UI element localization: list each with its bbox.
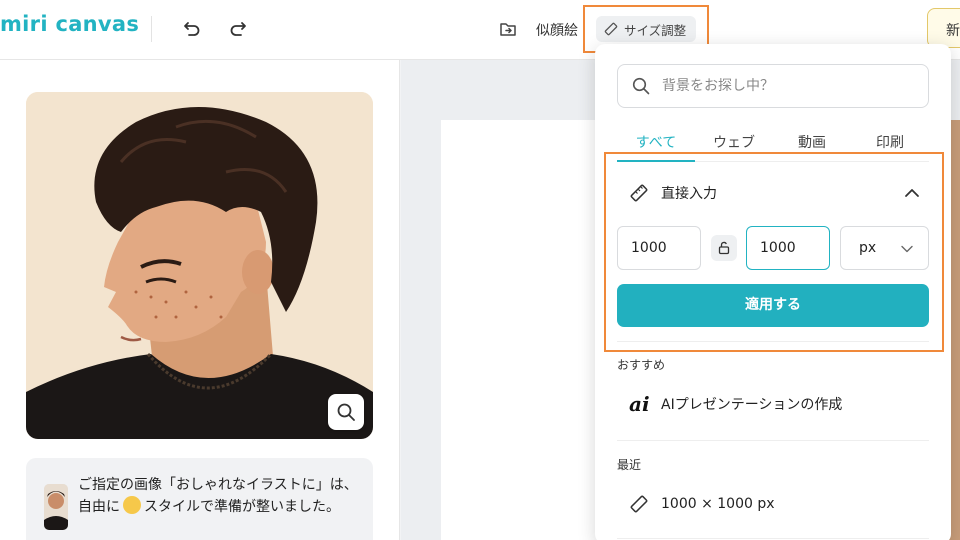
redo-icon xyxy=(230,22,246,36)
ruler-icon xyxy=(630,495,648,513)
undo-icon xyxy=(184,22,200,36)
zoom-button[interactable] xyxy=(328,394,364,430)
portrait-illustration xyxy=(26,92,373,439)
divider xyxy=(617,440,929,441)
undo-button[interactable] xyxy=(178,14,206,42)
app-logo[interactable]: miri canvas xyxy=(0,12,139,36)
recommended-heading: おすすめ xyxy=(617,358,666,372)
assistant-message-card: ご指定の画像「おしゃれなイラストに」は、 自由に スタイルで準備が整いました。 xyxy=(26,458,373,540)
direct-input-highlight xyxy=(604,152,944,352)
avatar xyxy=(44,484,68,530)
portrait-menu[interactable]: 似顔絵 xyxy=(536,20,578,40)
recommended-item-label: AIプレゼンテーションの作成 xyxy=(661,397,843,413)
recent-heading: 最近 xyxy=(617,458,642,472)
search-icon xyxy=(632,77,650,95)
recent-item-label: 1000 × 1000 px xyxy=(661,496,775,512)
ai-icon: ai xyxy=(629,392,650,416)
export-icon xyxy=(500,23,516,36)
message-text-part2: スタイルで準備が整いました。 xyxy=(144,499,340,515)
redo-button[interactable] xyxy=(224,14,252,42)
recommended-item-ai-presentation[interactable]: ai AIプレゼンテーションの作成 xyxy=(617,386,929,422)
search-box[interactable] xyxy=(617,64,929,108)
recent-item-size[interactable]: 1000 × 1000 px xyxy=(617,486,929,522)
logo-divider xyxy=(151,16,152,42)
divider xyxy=(617,538,929,539)
new-button[interactable]: 新 xyxy=(927,8,960,48)
assistant-message-text: ご指定の画像「おしゃれなイラストに」は、 自由に スタイルで準備が整いました。 xyxy=(78,474,363,518)
search-input[interactable] xyxy=(662,78,912,94)
export-button[interactable] xyxy=(496,17,520,41)
left-panel: ご指定の画像「おしゃれなイラストに」は、 自由に スタイルで準備が整いました。 xyxy=(0,60,400,540)
sunglasses-emoji-icon xyxy=(123,496,141,514)
zoom-icon xyxy=(337,403,355,421)
generated-portrait-image[interactable] xyxy=(26,92,373,439)
